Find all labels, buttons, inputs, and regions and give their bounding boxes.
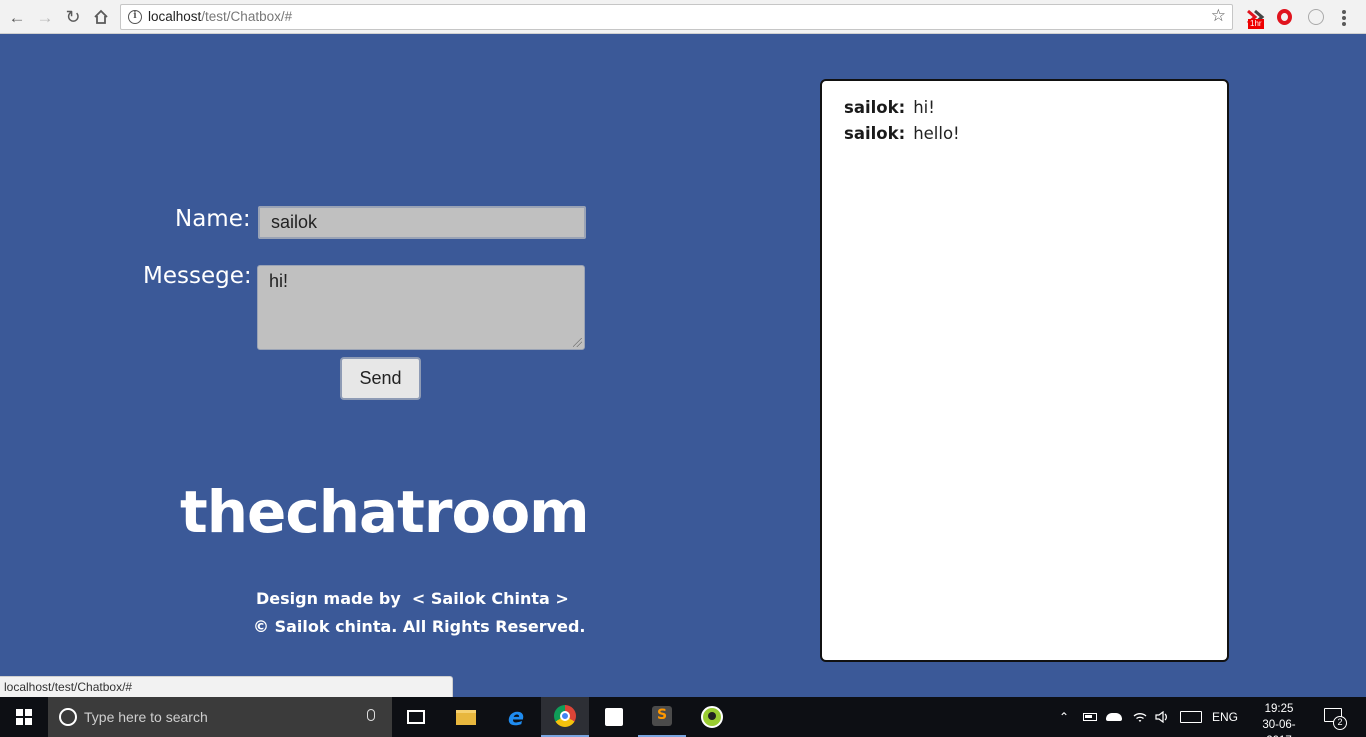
brand-title: thechatroom [180, 478, 590, 546]
message-label: Messege: [143, 263, 252, 289]
file-explorer-button[interactable] [442, 697, 490, 737]
url-path: /test/Chatbox/# [201, 9, 293, 24]
onedrive-icon[interactable] [1106, 697, 1122, 737]
chat-text: hi! [913, 98, 935, 117]
windows-logo-icon [16, 709, 32, 725]
url-host: localhost [148, 9, 202, 24]
extension-badge: 1hr [1248, 19, 1264, 29]
wifi-icon[interactable] [1133, 697, 1147, 737]
reload-icon[interactable]: ↻ [61, 5, 85, 29]
design-credit: Design made by < Sailok Chinta > [256, 589, 569, 608]
taskbar-search[interactable]: Type here to search [48, 697, 392, 737]
store-button[interactable] [590, 697, 638, 737]
store-icon [605, 708, 623, 726]
app-button[interactable] [688, 697, 736, 737]
home-icon[interactable] [89, 5, 113, 29]
edge-button[interactable]: e [492, 697, 540, 737]
search-placeholder: Type here to search [84, 709, 208, 725]
opera-icon[interactable] [1273, 6, 1295, 28]
task-view-icon [407, 710, 425, 724]
edge-icon: e [507, 703, 525, 731]
sublime-button[interactable] [638, 697, 686, 737]
message-textarea[interactable]: hi! [257, 265, 585, 350]
forward-arrow-icon[interactable]: → [33, 5, 57, 29]
clock-date: 30-06-2017 [1262, 719, 1296, 737]
site-info-icon[interactable]: i [128, 10, 142, 24]
name-label: Name: [175, 206, 251, 232]
taskbar-clock[interactable]: 19:25 30-06-2017 [1253, 701, 1305, 737]
green-app-icon [701, 706, 723, 728]
chat-username: sailok: [844, 98, 906, 117]
chat-message: sailok: hi! [844, 95, 1205, 121]
browser-menu-icon[interactable] [1342, 10, 1346, 26]
folder-icon [456, 709, 476, 725]
chat-message: sailok: hello! [844, 121, 1205, 147]
microphone-icon[interactable] [367, 709, 375, 721]
back-arrow-icon[interactable]: ← [5, 5, 29, 29]
bookmark-star-icon[interactable]: ☆ [1211, 6, 1226, 26]
volume-icon[interactable] [1155, 697, 1169, 737]
task-view-button[interactable] [392, 697, 440, 737]
clock-time: 19:25 [1264, 703, 1294, 715]
address-url[interactable]: localhost/test/Chatbox/# [148, 9, 292, 24]
address-bar[interactable]: i localhost/test/Chatbox/# ☆ [120, 4, 1233, 30]
extension-circle-icon[interactable] [1305, 6, 1327, 28]
start-button[interactable] [0, 697, 48, 737]
cortana-icon [59, 708, 77, 726]
windows-taskbar: Type here to search e ⌃ ENG 19:25 30-06-… [0, 697, 1366, 737]
chrome-icon [554, 705, 576, 727]
language-indicator[interactable]: ENG [1212, 697, 1238, 737]
keyboard-icon[interactable] [1180, 697, 1202, 737]
chat-username: sailok: [844, 124, 906, 143]
browser-toolbar: ← → ↻ i localhost/test/Chatbox/# ☆ 1hr [0, 0, 1366, 34]
chat-text: hello! [913, 124, 960, 143]
chat-window[interactable]: sailok: hi! sailok: hello! [820, 79, 1229, 662]
chrome-button[interactable] [541, 697, 589, 737]
send-button[interactable]: Send [340, 357, 421, 400]
link-status-bar: localhost/test/Chatbox/# [0, 676, 453, 697]
copyright-text: © Sailok chinta. All Rights Reserved. [253, 617, 586, 636]
show-hidden-icons[interactable]: ⌃ [1059, 697, 1069, 737]
name-input[interactable]: sailok [258, 206, 586, 239]
battery-icon[interactable] [1083, 697, 1097, 737]
sublime-text-icon [652, 706, 672, 726]
textarea-resize-grip[interactable] [573, 338, 582, 347]
notification-count-badge: 2 [1333, 716, 1347, 730]
